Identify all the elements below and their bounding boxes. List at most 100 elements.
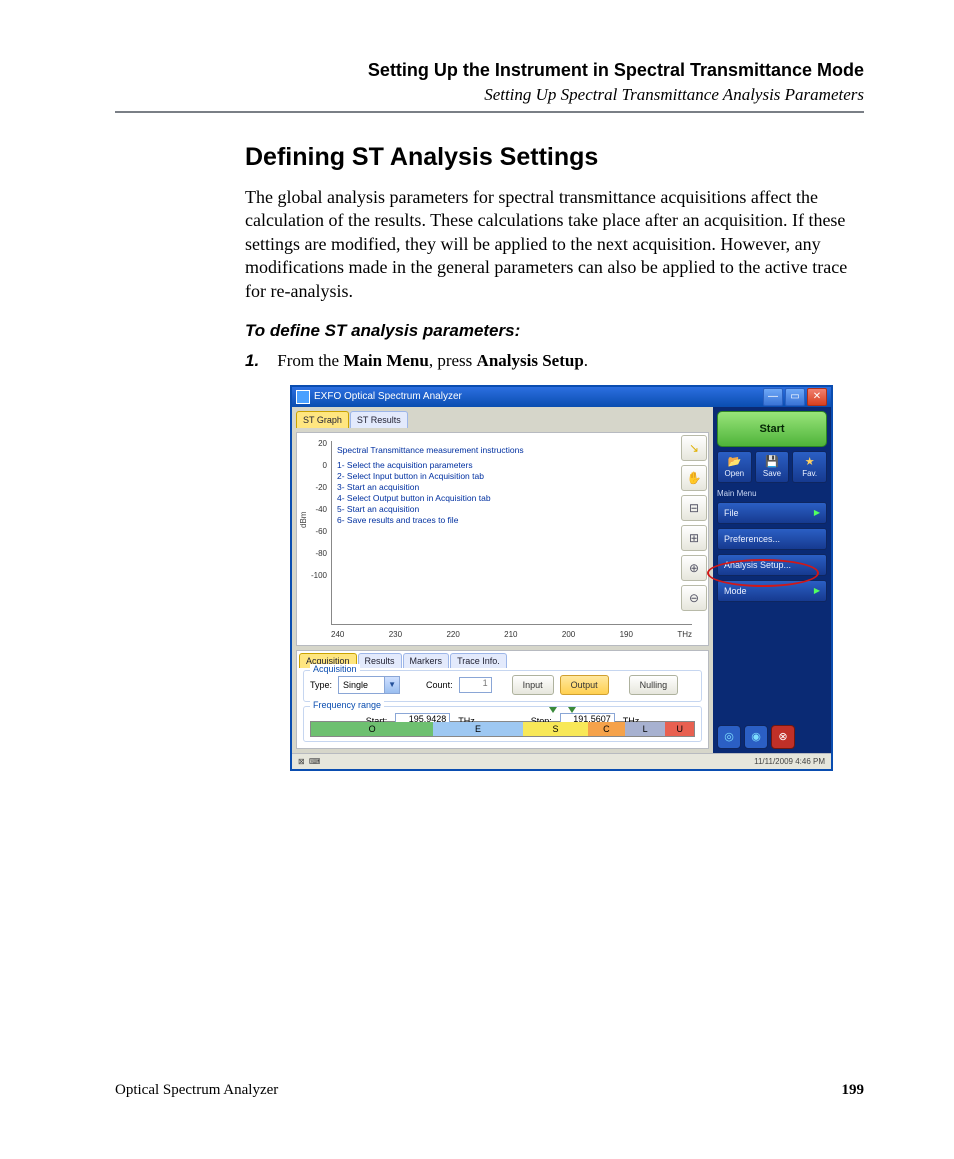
band-c[interactable]: C: [588, 722, 625, 736]
window-title: EXFO Optical Spectrum Analyzer: [314, 391, 462, 402]
step-text-mid: , press: [429, 351, 477, 370]
status-button-2[interactable]: ◉: [744, 725, 768, 749]
ytick: 0: [305, 461, 327, 470]
zoom-y-icon[interactable]: ⊟: [681, 495, 707, 521]
open-button[interactable]: 📂 Open: [717, 451, 752, 483]
app-screenshot: EXFO Optical Spectrum Analyzer — ▭ ✕ ST …: [290, 385, 833, 771]
menu-mode[interactable]: Mode ▶: [717, 580, 827, 602]
graph-area: dBm 20 0 -20 -40 -60 -80 -100 Spectral T…: [296, 432, 709, 646]
menu-preferences-label: Preferences...: [724, 534, 780, 544]
save-icon: 💾: [765, 455, 779, 468]
chapter-title: Setting Up the Instrument in Spectral Tr…: [115, 60, 864, 81]
instr-line: 2- Select Input button in Acquisition ta…: [337, 471, 524, 482]
band-o[interactable]: O: [311, 722, 433, 736]
start-button[interactable]: Start: [717, 411, 827, 447]
lower-panel: Acquisition Results Markers Trace Info. …: [296, 650, 709, 749]
ytick: -100: [305, 571, 327, 580]
tab-st-results[interactable]: ST Results: [350, 411, 408, 428]
count-label: Count:: [426, 680, 453, 690]
ytick: -80: [305, 549, 327, 558]
output-button[interactable]: Output: [560, 675, 609, 695]
menu-analysis-setup-label: Analysis Setup...: [724, 560, 791, 570]
input-button[interactable]: Input: [512, 675, 554, 695]
step-text-pre: From the: [277, 351, 343, 370]
xtick: 210: [504, 630, 517, 639]
zoom-out-icon[interactable]: ⊖: [681, 585, 707, 611]
xtick: 230: [389, 630, 402, 639]
status-button-close[interactable]: ⊗: [771, 725, 795, 749]
step-1: 1. From the Main Menu, press Analysis Se…: [245, 351, 864, 371]
xtick: 240: [331, 630, 344, 639]
folder-open-icon: 📂: [727, 455, 741, 468]
instr-line: 5- Start an acquisition: [337, 504, 524, 515]
zoom-in-icon[interactable]: ⊕: [681, 555, 707, 581]
fav-label: Fav.: [802, 469, 817, 478]
right-panel: Start 📂 Open 💾 Save ★ Fav. Main Me: [713, 407, 831, 753]
range-markers[interactable]: [310, 707, 695, 715]
band-e[interactable]: E: [433, 722, 523, 736]
band-l[interactable]: L: [625, 722, 666, 736]
close-button[interactable]: ✕: [807, 388, 827, 406]
menu-file-label: File: [724, 508, 739, 518]
favorites-button[interactable]: ★ Fav.: [792, 451, 827, 483]
chevron-right-icon: ▶: [814, 586, 820, 595]
ytick: -60: [305, 527, 327, 536]
instr-line: 4- Select Output button in Acquisition t…: [337, 493, 524, 504]
menu-analysis-setup[interactable]: Analysis Setup...: [717, 554, 827, 576]
tab-st-graph[interactable]: ST Graph: [296, 411, 349, 428]
menu-preferences[interactable]: Preferences...: [717, 528, 827, 550]
section-title: Defining ST Analysis Settings: [245, 143, 864, 172]
pointer-tool-icon[interactable]: ↘: [681, 435, 707, 461]
menu-file[interactable]: File ▶: [717, 502, 827, 524]
acquisition-legend: Acquisition: [310, 664, 360, 674]
instructions-overlay: Spectral Transmittance measurement instr…: [337, 445, 524, 526]
footer-left: Optical Spectrum Analyzer: [115, 1082, 278, 1099]
type-value: Single: [339, 680, 384, 690]
band-bar[interactable]: O E S C L U: [310, 721, 695, 737]
save-button[interactable]: 💾 Save: [755, 451, 790, 483]
count-field[interactable]: 1: [459, 677, 492, 693]
star-icon: ★: [805, 455, 815, 468]
zoom-x-icon[interactable]: ⊞: [681, 525, 707, 551]
acquisition-group: Acquisition Type: Single ▼ Count: 1 Inpu…: [303, 670, 702, 702]
hand-tool-icon[interactable]: ✋: [681, 465, 707, 491]
type-label: Type:: [310, 680, 332, 690]
band-u[interactable]: U: [665, 722, 694, 736]
save-label: Save: [763, 469, 781, 478]
x-unit: THz: [677, 630, 692, 639]
instr-title: Spectral Transmittance measurement instr…: [337, 445, 524, 456]
statusbar-icons: ⊠ ⌨: [298, 757, 321, 766]
band-s[interactable]: S: [523, 722, 588, 736]
window-titlebar[interactable]: EXFO Optical Spectrum Analyzer — ▭ ✕: [292, 387, 831, 407]
step-number: 1.: [245, 351, 273, 371]
type-combobox[interactable]: Single ▼: [338, 676, 400, 694]
statusbar-time: 11/11/2009 4:46 PM: [754, 757, 825, 766]
frequency-range-group: Frequency range Start: 195.9428 THz Stop…: [303, 706, 702, 742]
ytick: 20: [305, 439, 327, 448]
chevron-right-icon: ▶: [814, 508, 820, 517]
x-axis: 240 230 220 210 200 190 THz: [331, 630, 692, 639]
maximize-button[interactable]: ▭: [785, 388, 805, 406]
nulling-button[interactable]: Nulling: [629, 675, 679, 695]
y-axis-label: dBm: [299, 512, 308, 528]
xtick: 220: [446, 630, 459, 639]
chevron-down-icon[interactable]: ▼: [384, 677, 399, 693]
step-text-post: .: [584, 351, 588, 370]
minimize-button[interactable]: —: [763, 388, 783, 406]
tab-markers[interactable]: Markers: [403, 653, 450, 668]
header-rule: [115, 111, 864, 113]
graph-toolbar: ↘ ✋ ⊟ ⊞ ⊕ ⊖: [681, 435, 707, 611]
intro-paragraph: The global analysis parameters for spect…: [245, 186, 864, 303]
app-icon: [296, 390, 310, 404]
ytick: -40: [305, 505, 327, 514]
menu-mode-label: Mode: [724, 586, 747, 596]
instr-line: 1- Select the acquisition parameters: [337, 460, 524, 471]
tab-trace-info[interactable]: Trace Info.: [450, 653, 507, 668]
page-footer: Optical Spectrum Analyzer 199: [115, 1082, 864, 1099]
instr-line: 6- Save results and traces to file: [337, 515, 524, 526]
tab-results[interactable]: Results: [358, 653, 402, 668]
step-text-main-menu: Main Menu: [343, 351, 428, 370]
statusbar: ⊠ ⌨ 11/11/2009 4:46 PM: [292, 753, 831, 769]
status-button-1[interactable]: ◎: [717, 725, 741, 749]
step-text-analysis-setup: Analysis Setup: [477, 351, 584, 370]
